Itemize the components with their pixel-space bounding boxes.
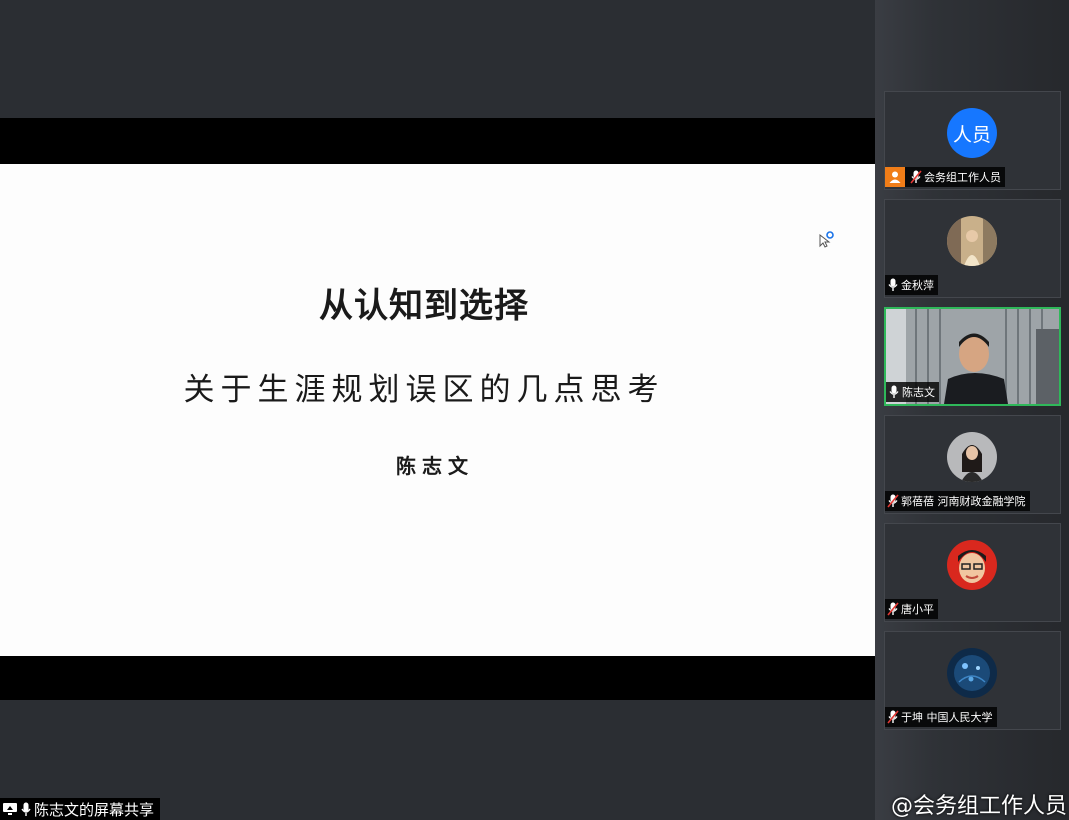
participant-name: 于坤 中国人民大学 xyxy=(901,711,993,724)
participant-name-tag: 郭蓓蓓 河南财政金融学院 xyxy=(885,491,1030,511)
participant-tile[interactable]: 郭蓓蓓 河南财政金融学院 xyxy=(884,415,1061,514)
presentation-slide: 从认知到选择 关于生涯规划误区的几点思考 陈志文 xyxy=(0,164,875,656)
participant-name: 金秋萍 xyxy=(901,279,934,292)
participant-name-tag: 唐小平 xyxy=(885,599,938,619)
participant-tile[interactable]: 唐小平 xyxy=(884,523,1061,622)
screen-share-icon xyxy=(3,803,17,815)
participant-name-tag: 会务组工作人员 xyxy=(885,167,1005,187)
participant-name: 郭蓓蓓 河南财政金融学院 xyxy=(901,495,1026,508)
avatar xyxy=(947,648,997,698)
mic-muted-icon xyxy=(887,494,899,508)
slide-author: 陈志文 xyxy=(396,454,474,478)
slide-title: 从认知到选择 xyxy=(319,286,529,326)
avatar xyxy=(947,216,997,266)
avatar xyxy=(947,432,997,482)
user-watermark: @会务组工作人员 xyxy=(890,794,1067,819)
participant-name: 陈志文 xyxy=(902,386,935,399)
participant-sidebar[interactable]: 人员 会务组工作人员 金秋萍 陈志文 郭蓓蓓 河南财政金融学院 唐小平 于坤 中… xyxy=(875,0,1069,820)
mic-muted-icon xyxy=(910,170,922,184)
slide-subtitle: 关于生涯规划误区的几点思考 xyxy=(183,372,665,408)
participant-name-tag: 于坤 中国人民大学 xyxy=(885,707,997,727)
participant-name: 唐小平 xyxy=(901,603,934,616)
shared-screen-area: 从认知到选择 关于生涯规划误区的几点思考 陈志文 陈志文的屏幕共享 xyxy=(0,0,875,820)
avatar: 人员 xyxy=(947,108,997,158)
letterbox-bottom xyxy=(0,656,875,700)
microphone-icon xyxy=(889,385,899,398)
participant-tile[interactable]: 于坤 中国人民大学 xyxy=(884,631,1061,730)
screen-share-owner: 陈志文的屏幕共享 xyxy=(34,800,155,819)
avatar xyxy=(947,540,997,590)
participant-name-tag: 金秋萍 xyxy=(885,275,938,295)
screen-share-label: 陈志文的屏幕共享 xyxy=(0,798,161,820)
microphone-icon xyxy=(888,278,898,291)
mic-muted-icon xyxy=(887,602,899,616)
microphone-icon xyxy=(21,802,31,816)
participant-name-tag: 陈志文 xyxy=(886,382,939,402)
participant-tile-active[interactable]: 陈志文 xyxy=(884,307,1061,406)
avatar-text: 人员 xyxy=(952,123,991,146)
participant-tile[interactable]: 金秋萍 xyxy=(884,199,1061,298)
participant-name: 会务组工作人员 xyxy=(924,171,1001,184)
mic-muted-icon xyxy=(887,710,899,724)
pointer-cursor-icon xyxy=(819,231,834,248)
host-badge-icon xyxy=(885,167,905,187)
participant-tile[interactable]: 人员 会务组工作人员 xyxy=(884,91,1061,190)
letterbox-top xyxy=(0,118,875,164)
